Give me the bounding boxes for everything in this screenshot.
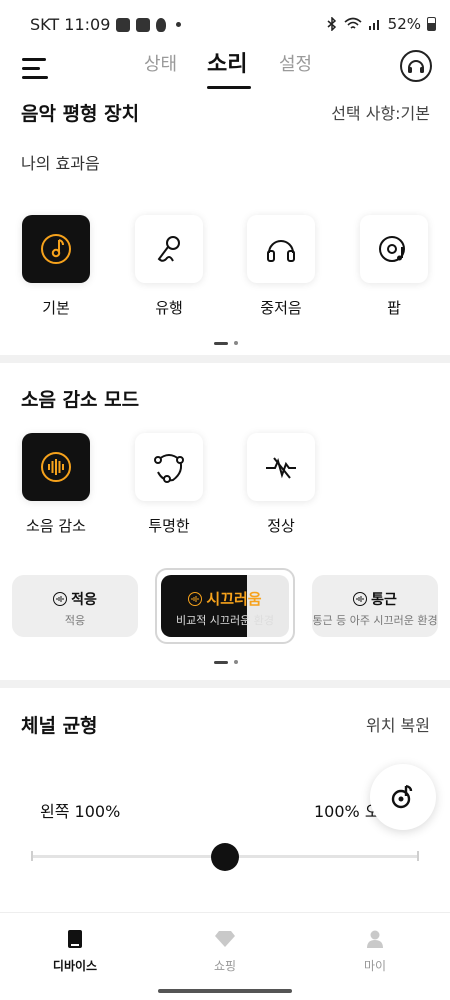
preset-label: 중저음 xyxy=(260,299,302,317)
slider-tick xyxy=(31,851,33,861)
level-title: 시끄러움 xyxy=(206,590,262,608)
status-left: SKT 11:09 xyxy=(30,15,182,34)
reset-position-button[interactable]: 위치 복원 xyxy=(366,712,430,736)
nav-label: 마이 xyxy=(363,959,387,973)
level-subtitle: 적응 xyxy=(64,614,86,627)
tab-settings[interactable]: 설정 xyxy=(279,50,312,76)
tab-status[interactable]: 상태 xyxy=(144,50,177,76)
headset-icon xyxy=(408,60,424,73)
preset-label: 기본 xyxy=(42,299,70,317)
noise-level-icon xyxy=(353,592,368,606)
mode-card-transparency[interactable] xyxy=(135,433,203,501)
section-divider xyxy=(0,355,450,363)
status-right: 52% xyxy=(326,15,436,33)
microphone-icon xyxy=(157,236,180,262)
balance-slider-thumb[interactable] xyxy=(211,843,239,871)
noise-cancel-icon xyxy=(41,452,71,482)
level-subtitle: 비교적 시끄러운 환경 xyxy=(175,614,275,627)
equalizer-title: 음악 평형 장치 xyxy=(21,103,140,125)
equalizer-pager xyxy=(214,341,238,345)
mode-card-normal[interactable] xyxy=(247,433,315,501)
nav-item-device[interactable]: 디바이스 xyxy=(15,929,135,974)
normal-mode-icon xyxy=(266,457,296,479)
nav-item-shopping[interactable]: 쇼핑 xyxy=(165,929,285,974)
level-pill-loud[interactable]: 시끄러움 비교적 시끄러운 환경 xyxy=(161,575,289,637)
preset-card-pop[interactable] xyxy=(360,215,428,283)
battery-icon xyxy=(427,17,436,31)
notification-dot-icon xyxy=(176,22,182,27)
noise-level-pager xyxy=(214,660,238,664)
equalizer-selection[interactable]: 선택 사항:기본 xyxy=(331,100,430,124)
level-subtitle: 통근 등 아주 시끄러운 환경 xyxy=(312,614,438,627)
carrier-time: SKT 11:09 xyxy=(30,15,111,34)
level-title: 적응 xyxy=(71,592,97,608)
preset-label: 팝 xyxy=(387,299,401,317)
nav-label: 디바이스 xyxy=(52,959,98,973)
diamond-icon xyxy=(215,931,235,947)
balance-left-label: 왼쪽 100% xyxy=(40,802,121,821)
mode-label: 소음 감소 xyxy=(26,517,86,535)
nav-item-my[interactable]: 마이 xyxy=(315,929,435,974)
transparency-icon xyxy=(154,454,184,483)
balance-title: 체널 균형 xyxy=(21,715,98,737)
noise-level-icon xyxy=(188,591,203,606)
status-bar: SKT 11:09 52% xyxy=(0,0,450,48)
preset-card-pop-trend[interactable] xyxy=(135,215,203,283)
noise-mode-title: 소음 감소 모드 xyxy=(21,389,140,411)
top-navigation: 상태 소리 설정 xyxy=(0,48,450,100)
mode-card-noise-cancel[interactable] xyxy=(22,433,90,501)
preset-card-bass[interactable] xyxy=(247,215,315,283)
tab-underline xyxy=(207,86,251,89)
signal-icon xyxy=(368,20,379,30)
vinyl-music-icon xyxy=(379,236,405,262)
preset-label: 유행 xyxy=(155,299,183,317)
headphones-icon xyxy=(267,240,295,262)
wifi-icon xyxy=(344,17,362,29)
tab-sound[interactable]: 소리 xyxy=(207,46,247,78)
mode-label: 정상 xyxy=(267,517,295,535)
section-divider xyxy=(0,680,450,688)
bluetooth-icon xyxy=(327,17,336,31)
bulb-icon xyxy=(156,17,167,32)
music-disc-icon xyxy=(391,784,413,809)
level-title: 통근 xyxy=(371,592,397,608)
noise-level-icon xyxy=(53,592,68,606)
menu-button[interactable] xyxy=(22,58,48,80)
my-effects-subtitle: 나의 효과음 xyxy=(21,154,100,173)
home-indicator xyxy=(158,989,292,993)
level-pill-adaptive[interactable]: 적응 적응 xyxy=(12,575,138,637)
bottom-navigation: 디바이스 쇼핑 마이 xyxy=(0,912,450,984)
music-disc-icon xyxy=(41,234,71,264)
mode-label: 투명한 xyxy=(148,517,190,535)
earbuds-profile-button[interactable] xyxy=(400,50,432,82)
preset-card-basic[interactable] xyxy=(22,215,90,283)
gallery-icon xyxy=(116,17,131,32)
person-icon xyxy=(367,930,383,948)
battery-percent: 52% xyxy=(387,15,421,33)
device-icon xyxy=(68,930,82,948)
nav-label: 쇼핑 xyxy=(213,959,237,973)
level-pill-commute[interactable]: 통근 통근 등 아주 시끄러운 환경 xyxy=(312,575,438,637)
slider-tick xyxy=(417,851,419,861)
music-fab-button[interactable] xyxy=(370,764,436,830)
sigma-icon xyxy=(136,17,151,32)
